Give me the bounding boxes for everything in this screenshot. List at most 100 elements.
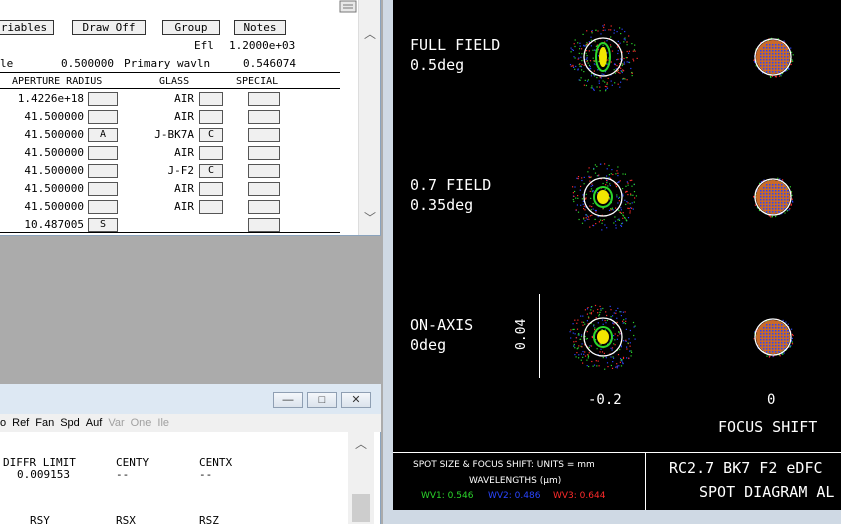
aperture-radius-cell[interactable]: 41.500000 — [24, 128, 84, 141]
glass-solve-button[interactable]: C — [199, 164, 223, 178]
special-button[interactable] — [248, 218, 280, 232]
radius-solve-button[interactable] — [88, 110, 118, 124]
aperture-radius-cell[interactable]: 41.500000 — [24, 146, 84, 159]
scroll-up-icon[interactable]: ︿ — [354, 438, 368, 450]
glass-solve-button[interactable] — [199, 146, 223, 160]
table-row[interactable]: 41.500000 AIR — [0, 182, 340, 198]
glass-solve-button[interactable] — [199, 200, 223, 214]
diagram-title: SPOT DIAGRAM AL — [699, 483, 835, 501]
field-name-full: FULL FIELD — [410, 36, 501, 54]
table-row[interactable]: 1.4226e+18 AIR — [0, 92, 340, 108]
glass-cell[interactable]: J-BK7A — [154, 128, 194, 141]
aperture-radius-cell[interactable]: 41.500000 — [24, 164, 84, 177]
maximize-button[interactable]: □ — [307, 392, 337, 408]
aperture-radius-cell[interactable]: 10.487005 — [24, 218, 84, 231]
special-button[interactable] — [248, 128, 280, 142]
menu-item[interactable]: Ile — [157, 417, 169, 429]
scroll-down-icon[interactable]: ﹀ — [363, 212, 377, 224]
special-button[interactable] — [248, 182, 280, 196]
primary-wavln-value: 0.546074 — [243, 57, 296, 70]
table-row[interactable]: 41.500000 J-F2 C — [0, 164, 340, 180]
glass-solve-button[interactable] — [199, 110, 223, 124]
spot-pattern — [753, 177, 794, 218]
field-angle-07: 0.35deg — [410, 196, 474, 214]
special-button[interactable] — [248, 164, 280, 178]
special-button[interactable] — [248, 146, 280, 160]
menu-item[interactable]: Spd — [60, 417, 80, 429]
close-icon: ✕ — [351, 394, 361, 406]
table-row[interactable]: 41.500000 AIR — [0, 200, 340, 216]
divider — [0, 232, 340, 233]
aperture-radius-cell[interactable]: 41.500000 — [24, 200, 84, 213]
lens-editor-scrollbar[interactable]: ︿ ﹀ — [358, 0, 380, 235]
table-row[interactable]: 41.500000 AIR — [0, 110, 340, 126]
special-button[interactable] — [248, 110, 280, 124]
radius-solve-button[interactable]: S — [88, 218, 118, 232]
units-line: SPOT SIZE & FOCUS SHIFT: UNITS = mm — [413, 460, 595, 470]
le-label: le — [0, 57, 14, 70]
menu-item[interactable]: Ref — [12, 417, 29, 429]
scale-bar — [539, 294, 540, 378]
radius-solve-button[interactable] — [88, 182, 118, 196]
rsy-header: RSY — [30, 514, 50, 524]
spot-pattern — [753, 37, 794, 78]
radius-solve-button[interactable] — [88, 164, 118, 178]
column-header-aperture-radius: APERTURE RADIUS — [12, 76, 103, 87]
minimize-icon: — — [282, 394, 294, 406]
menu-item[interactable]: o — [0, 417, 6, 429]
field-angle-on-axis: 0deg — [410, 336, 447, 354]
glass-solve-button[interactable]: C — [199, 128, 223, 142]
rsx-header: RSX — [116, 514, 136, 524]
glass-cell[interactable]: AIR — [174, 110, 194, 123]
divider — [0, 72, 340, 73]
glass-solve-button[interactable] — [199, 92, 223, 106]
centx-value: -- — [199, 468, 213, 481]
group-button[interactable]: Group — [162, 20, 220, 35]
scale-bar-label: 0.04 — [514, 318, 529, 350]
radius-solve-button[interactable]: A — [88, 128, 118, 142]
window-tray-icon[interactable] — [338, 0, 360, 14]
design-title: RC2.7 BK7 F2 eDFC — [669, 459, 823, 477]
aperture-radius-cell[interactable]: 1.4226e+18 — [18, 92, 84, 105]
analysis-menu-bar: o Ref Fan Spd Auf Var One Ile — [0, 414, 381, 432]
menu-item[interactable]: One — [131, 417, 152, 429]
aperture-radius-cell[interactable]: 41.500000 — [24, 182, 84, 195]
menu-item[interactable]: Auf — [86, 417, 103, 429]
glass-cell[interactable]: AIR — [174, 92, 194, 105]
wv3-label: WV3: 0.644 — [553, 491, 606, 501]
glass-cell[interactable]: AIR — [174, 146, 194, 159]
le-value: 0.500000 — [61, 57, 114, 70]
table-row[interactable]: 41.500000 AIR — [0, 146, 340, 162]
table-row[interactable]: 41.500000 A J-BK7A C — [0, 128, 340, 144]
minimize-button[interactable]: — — [273, 392, 303, 408]
divider — [645, 452, 646, 510]
field-name-on-axis: ON-AXIS — [410, 316, 474, 334]
glass-cell[interactable]: AIR — [174, 182, 194, 195]
glass-solve-button[interactable] — [199, 182, 223, 196]
draw-off-button[interactable]: Draw Off — [72, 20, 146, 35]
lens-editor-window: riables Draw Off Group Notes Efl 1.2000e… — [0, 0, 381, 236]
analysis-scrollbar[interactable]: ︿ — [348, 432, 374, 524]
menu-item[interactable]: Fan — [35, 417, 54, 429]
centy-value: -- — [116, 468, 130, 481]
glass-cell[interactable]: AIR — [174, 200, 194, 213]
radius-solve-button[interactable] — [88, 92, 118, 106]
radius-solve-button[interactable] — [88, 200, 118, 214]
notes-button[interactable]: Notes — [234, 20, 286, 35]
focus-value: 0 — [767, 392, 776, 408]
radius-solve-button[interactable] — [88, 146, 118, 160]
field-angle-full: 0.5deg — [410, 56, 465, 74]
special-button[interactable] — [248, 92, 280, 106]
analysis-title-bar[interactable]: — □ ✕ — [0, 384, 381, 414]
maximize-icon: □ — [318, 394, 326, 406]
scroll-thumb[interactable] — [352, 494, 370, 522]
glass-cell[interactable]: J-F2 — [168, 164, 195, 177]
wavelengths-line: WAVELENGTHS (μm) — [469, 476, 562, 486]
close-button[interactable]: ✕ — [341, 392, 371, 408]
aperture-radius-cell[interactable]: 41.500000 — [24, 110, 84, 123]
menu-item[interactable]: Var — [108, 417, 124, 429]
variables-button[interactable]: riables — [0, 20, 54, 35]
scroll-up-icon[interactable]: ︿ — [363, 28, 377, 40]
efl-label: Efl — [194, 39, 214, 52]
special-button[interactable] — [248, 200, 280, 214]
